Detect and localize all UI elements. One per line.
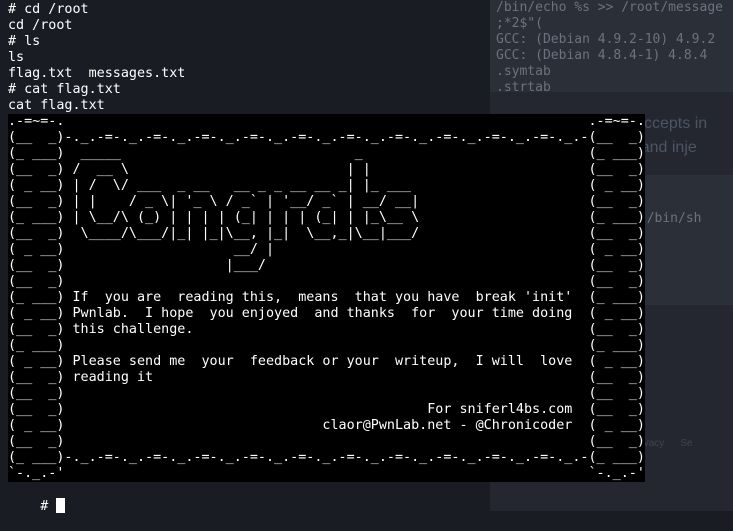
terminal-prompt-line[interactable]: # [8, 482, 66, 514]
flag-banner-line: (__ _) \____/\___/|_| |_|\__, |_| \__,_|… [8, 226, 645, 242]
terminal-line: ls [8, 50, 25, 65]
flag-banner-line: (__ _) (__ _) [8, 274, 645, 290]
terminal-line: # cd /root [8, 2, 89, 17]
flag-banner-line: (__ _)-._.-=-._.-=-._.-=-._.-=-._.-=-._.… [8, 130, 645, 146]
terminal-window[interactable]: # cd /root cd /root # ls ls flag.txt mes… [0, 0, 733, 514]
flag-banner-line: (_ ___) (_ ___) [8, 338, 645, 354]
terminal-line: cat flag.txt [8, 98, 105, 113]
flag-banner-line: ( _ __) Please send me your feedback or … [8, 354, 645, 370]
flag-banner-line: (__ _) |___/ (__ _) [8, 258, 645, 274]
flag-banner-line: ( _ __) Pwnlab. I hope you enjoyed and t… [8, 306, 645, 322]
terminal-line: # cat flag.txt [8, 82, 121, 97]
flag-banner-line: ( _ __) | / \/ ___ _ __ __ _ _ __ __ _| … [8, 178, 645, 194]
flag-banner-line: (__ _) this challenge. (__ _) [8, 322, 645, 338]
flag-banner-line: ( _ __) __/ | ( _ __) [8, 242, 645, 258]
terminal-line: cd /root [8, 18, 73, 33]
flag-banner-line: (_ ___) _____ _ (_ ___) [8, 146, 645, 162]
flag-banner-line: (_ ___) If you are reading this, means t… [8, 290, 645, 306]
flag-banner-line: .-=~=-. .-=~=-. [8, 114, 645, 130]
flag-banner-line: (__ _) (__ _) [8, 434, 645, 450]
terminal-line: flag.txt messages.txt [8, 66, 186, 81]
flag-banner-line: (__ _) | | / _ \| '_ \ / _` | '__/ _` | … [8, 194, 645, 210]
flag-banner-line: (__ _) / __ \ | | (__ _) [8, 162, 645, 178]
terminal-line: # ls [8, 34, 41, 49]
flag-banner-line: (__ _) reading it (__ _) [8, 370, 645, 386]
flag-banner-line: ( _ __) claor@PwnLab.net - @Chronicoder … [8, 418, 645, 434]
flag-banner-line: (_ ___)-._.-=-._.-=-._.-=-._.-=-._.-=-._… [8, 450, 645, 466]
flag-banner-line: (_ ___) | \__/\ (_) | | | | (_| | | | (_… [8, 210, 645, 226]
terminal-prompt: # [40, 499, 57, 514]
flag-banner-line: (__ _) For sniferl4bs.com (__ _) [8, 402, 645, 418]
flag-banner-line: `-._.-' `-._.-' [8, 466, 645, 482]
flag-banner-line: (__ _) (__ _) [8, 386, 645, 402]
